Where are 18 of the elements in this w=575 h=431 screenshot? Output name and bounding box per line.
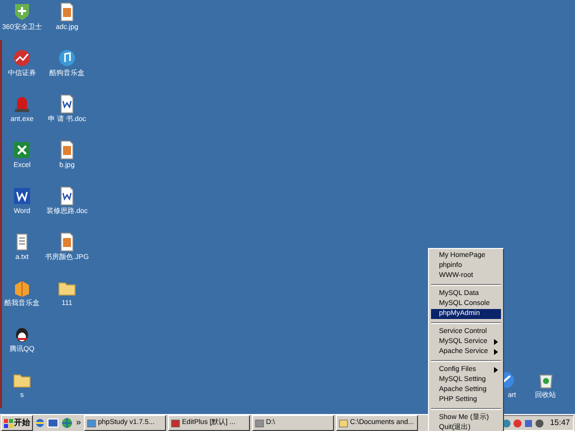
more-chevron[interactable]: » [75,416,82,430]
globe-icon[interactable] [61,417,73,429]
chart-icon[interactable] [12,48,32,68]
music-icon[interactable] [57,48,77,68]
folder-icon [339,418,348,428]
clock[interactable]: 15:47 [550,417,570,429]
start-button[interactable]: 开始 [1,415,33,431]
app-icon [87,418,96,428]
submenu-arrow-icon [494,367,498,373]
editor-icon [171,418,180,428]
clock-icon[interactable] [534,418,544,428]
spreadsheet-icon[interactable] [12,140,32,160]
desktop-icon[interactable] [47,417,59,429]
drive-icon [255,418,264,428]
network-icon[interactable] [524,418,533,428]
windows-logo-icon [4,418,13,428]
word-processor-icon[interactable] [12,186,32,206]
alert-icon[interactable] [512,418,522,428]
